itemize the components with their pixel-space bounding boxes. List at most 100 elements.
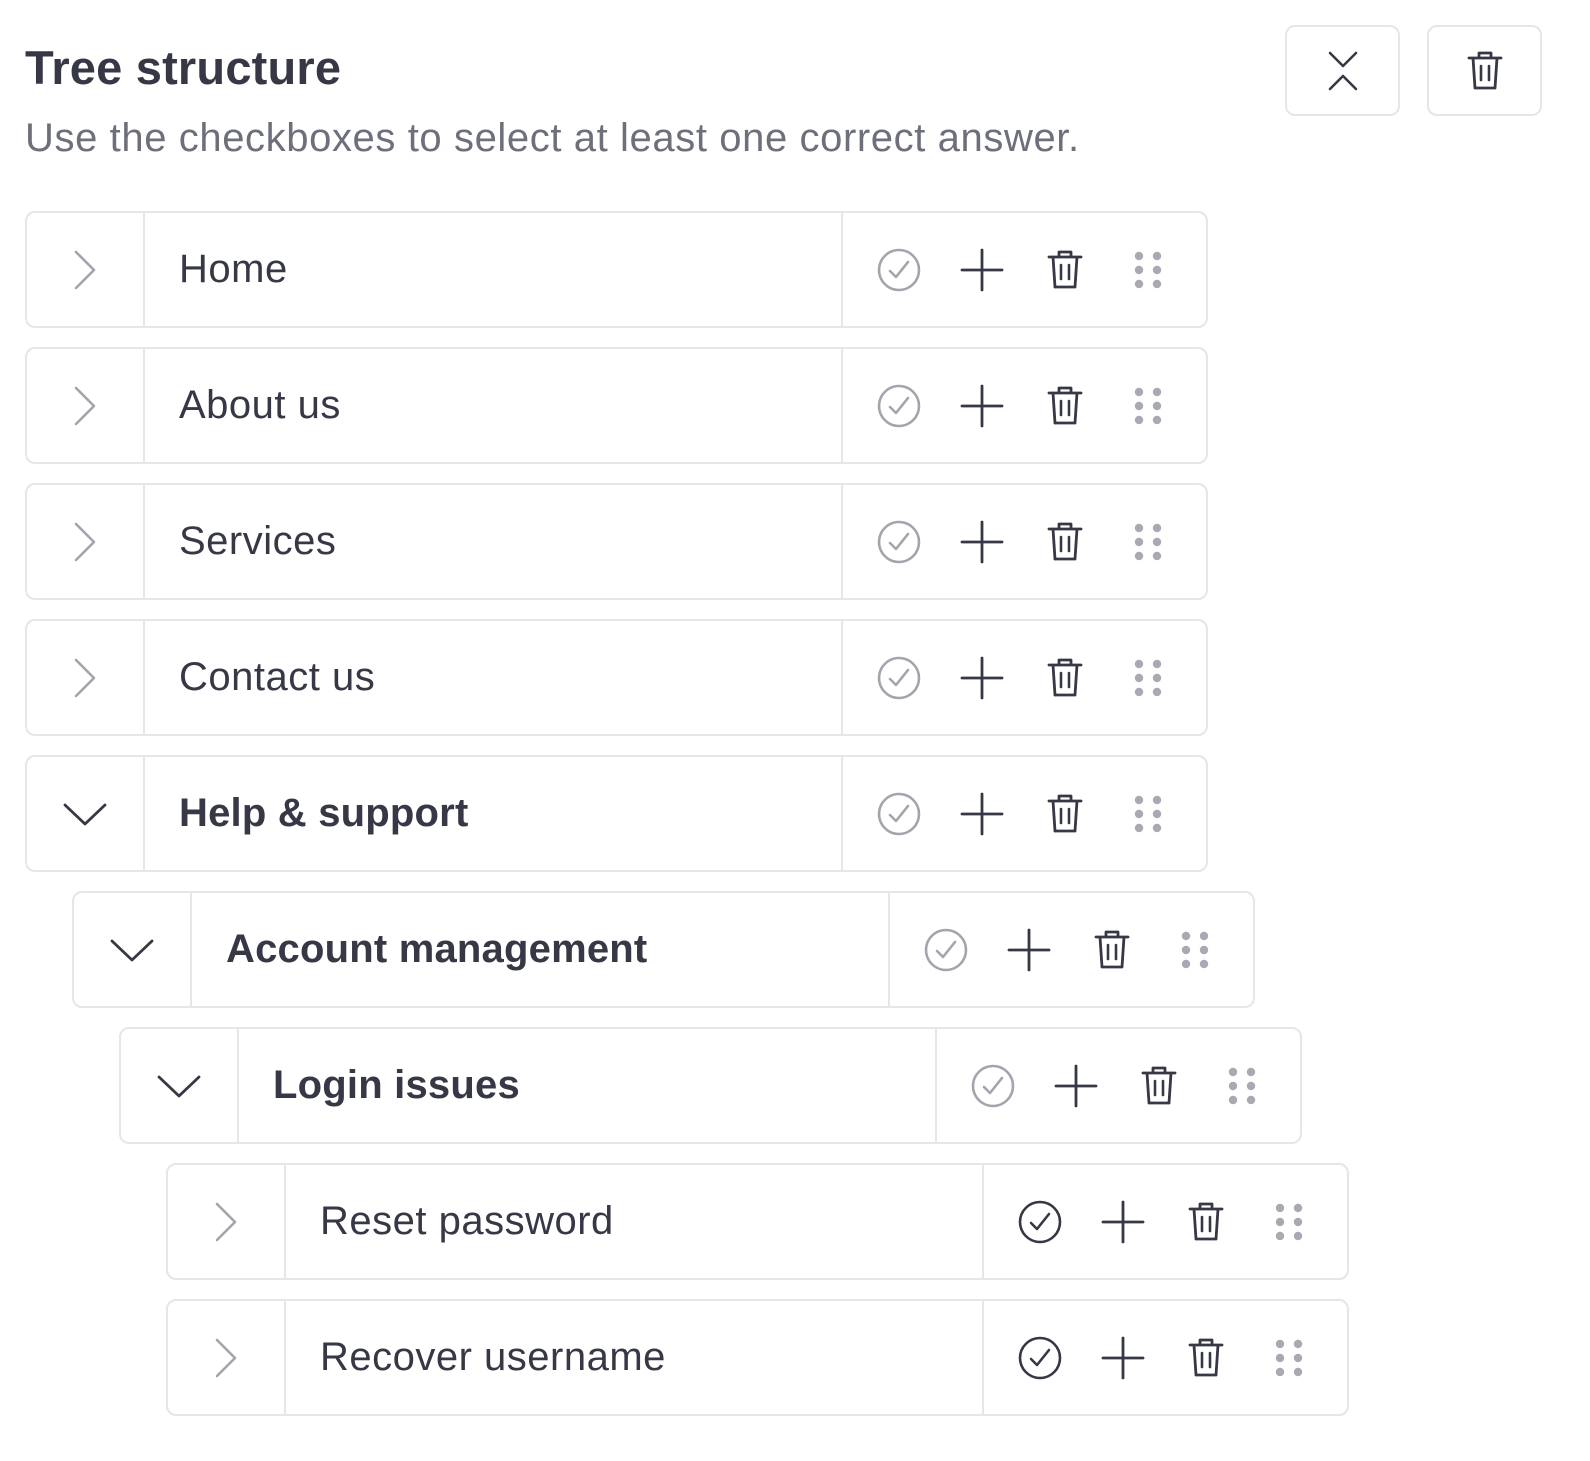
- drag-handle[interactable]: [1134, 250, 1162, 290]
- drag-handle-icon: [1275, 1338, 1303, 1378]
- trash-icon: [1046, 521, 1084, 563]
- trash-icon: [1046, 793, 1084, 835]
- row-actions: [843, 349, 1206, 462]
- plus-icon: [1006, 927, 1052, 973]
- mark-correct-button[interactable]: [923, 927, 969, 973]
- mark-correct-button[interactable]: [876, 247, 922, 293]
- tree-item-label[interactable]: Home: [145, 213, 843, 326]
- collapse-all-icon: [1326, 49, 1360, 93]
- delete-item-button[interactable]: [1046, 657, 1084, 699]
- chevron-right-icon: [72, 384, 98, 428]
- add-child-button[interactable]: [1053, 1063, 1099, 1109]
- collapse-all-button[interactable]: [1285, 25, 1400, 116]
- drag-handle-icon: [1228, 1066, 1256, 1106]
- tree-item-label[interactable]: About us: [145, 349, 843, 462]
- add-child-button[interactable]: [959, 519, 1005, 565]
- trash-icon: [1187, 1337, 1225, 1379]
- delete-all-button[interactable]: [1427, 25, 1542, 116]
- expand-toggle[interactable]: [168, 1301, 286, 1414]
- mark-correct-button[interactable]: [1017, 1199, 1063, 1245]
- drag-handle[interactable]: [1275, 1202, 1303, 1242]
- delete-item-button[interactable]: [1046, 385, 1084, 427]
- check-circle-icon: [1017, 1199, 1063, 1245]
- drag-handle[interactable]: [1275, 1338, 1303, 1378]
- row-actions: [843, 757, 1206, 870]
- add-child-button[interactable]: [959, 383, 1005, 429]
- tree-item-label[interactable]: Login issues: [239, 1029, 937, 1142]
- trash-icon: [1046, 657, 1084, 699]
- drag-handle[interactable]: [1134, 522, 1162, 562]
- chevron-right-icon: [213, 1200, 239, 1244]
- chevron-down-icon: [109, 937, 155, 963]
- delete-item-button[interactable]: [1046, 521, 1084, 563]
- trash-icon: [1187, 1201, 1225, 1243]
- delete-item-button[interactable]: [1093, 929, 1131, 971]
- check-circle-icon: [876, 383, 922, 429]
- mark-correct-button[interactable]: [1017, 1335, 1063, 1381]
- expand-toggle[interactable]: [27, 213, 145, 326]
- add-child-button[interactable]: [1100, 1335, 1146, 1381]
- add-child-button[interactable]: [959, 247, 1005, 293]
- plus-icon: [959, 247, 1005, 293]
- tree-item-label[interactable]: Help & support: [145, 757, 843, 870]
- tree-row: Contact us: [25, 619, 1208, 736]
- check-circle-icon: [970, 1063, 1016, 1109]
- mark-correct-button[interactable]: [876, 655, 922, 701]
- drag-handle[interactable]: [1134, 794, 1162, 834]
- row-actions: [937, 1029, 1300, 1142]
- row-actions: [890, 893, 1253, 1006]
- expand-toggle[interactable]: [27, 485, 145, 598]
- delete-item-button[interactable]: [1187, 1337, 1225, 1379]
- drag-handle[interactable]: [1228, 1066, 1256, 1106]
- delete-item-button[interactable]: [1046, 793, 1084, 835]
- expand-toggle[interactable]: [168, 1165, 286, 1278]
- tree-row: Recover username: [166, 1299, 1349, 1416]
- drag-handle-icon: [1134, 250, 1162, 290]
- tree-row: Home: [25, 211, 1208, 328]
- delete-item-button[interactable]: [1187, 1201, 1225, 1243]
- delete-item-button[interactable]: [1140, 1065, 1178, 1107]
- chevron-right-icon: [213, 1336, 239, 1380]
- collapse-toggle[interactable]: [74, 893, 192, 1006]
- plus-icon: [959, 655, 1005, 701]
- trash-icon: [1046, 249, 1084, 291]
- row-actions: [984, 1165, 1347, 1278]
- mark-correct-button[interactable]: [876, 519, 922, 565]
- check-circle-icon: [923, 927, 969, 973]
- drag-handle[interactable]: [1134, 386, 1162, 426]
- trash-icon: [1466, 50, 1504, 92]
- row-actions: [984, 1301, 1347, 1414]
- page-title: Tree structure: [25, 41, 342, 94]
- delete-item-button[interactable]: [1046, 249, 1084, 291]
- mark-correct-button[interactable]: [970, 1063, 1016, 1109]
- drag-handle-icon: [1275, 1202, 1303, 1242]
- tree-item-label[interactable]: Recover username: [286, 1301, 984, 1414]
- page-subtitle: Use the checkboxes to select at least on…: [25, 116, 1080, 160]
- drag-handle[interactable]: [1134, 658, 1162, 698]
- chevron-right-icon: [72, 656, 98, 700]
- tree-item-label[interactable]: Contact us: [145, 621, 843, 734]
- expand-toggle[interactable]: [27, 621, 145, 734]
- add-child-button[interactable]: [1100, 1199, 1146, 1245]
- collapse-toggle[interactable]: [27, 757, 145, 870]
- mark-correct-button[interactable]: [876, 383, 922, 429]
- collapse-toggle[interactable]: [121, 1029, 239, 1142]
- expand-toggle[interactable]: [27, 349, 145, 462]
- mark-correct-button[interactable]: [876, 791, 922, 837]
- check-circle-icon: [876, 247, 922, 293]
- tree-item-label[interactable]: Account management: [192, 893, 890, 1006]
- drag-handle-icon: [1134, 386, 1162, 426]
- add-child-button[interactable]: [1006, 927, 1052, 973]
- plus-icon: [959, 519, 1005, 565]
- drag-handle-icon: [1134, 658, 1162, 698]
- trash-icon: [1140, 1065, 1178, 1107]
- drag-handle[interactable]: [1181, 930, 1209, 970]
- add-child-button[interactable]: [959, 655, 1005, 701]
- plus-icon: [1100, 1199, 1146, 1245]
- drag-handle-icon: [1134, 794, 1162, 834]
- add-child-button[interactable]: [959, 791, 1005, 837]
- tree-item-label[interactable]: Reset password: [286, 1165, 984, 1278]
- drag-handle-icon: [1134, 522, 1162, 562]
- tree-row: Services: [25, 483, 1208, 600]
- tree-item-label[interactable]: Services: [145, 485, 843, 598]
